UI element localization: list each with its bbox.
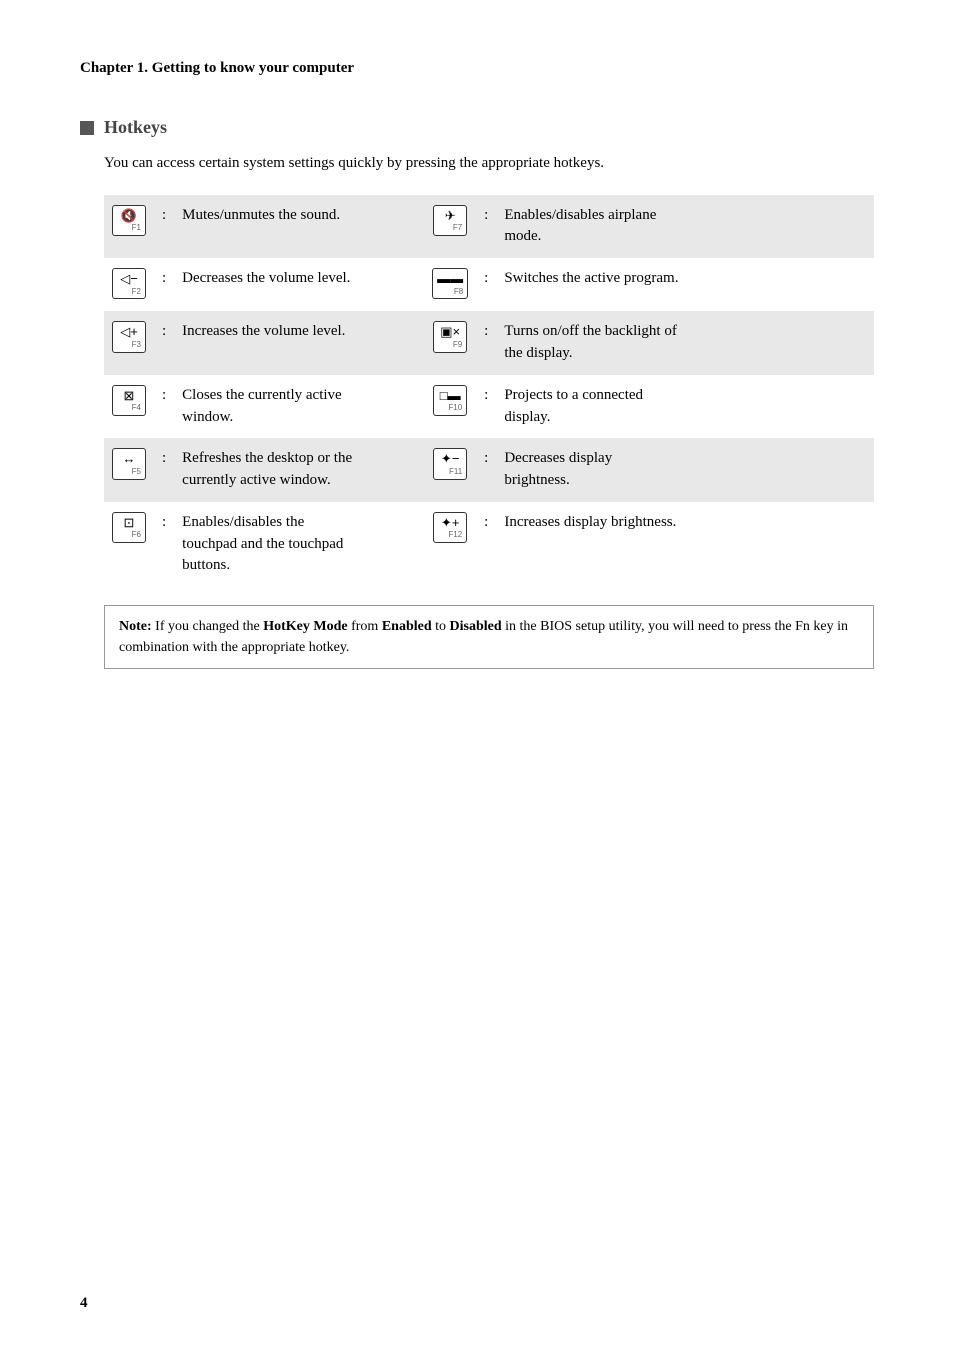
table-row: ↔F5:Refreshes the desktop or the current… <box>104 438 874 502</box>
hotkey-icon-left-0: 🔇F1 <box>104 195 154 259</box>
table-row: ◁−F2:Decreases the volume level.▬▬F8:Swi… <box>104 258 874 311</box>
colon-left-0: : <box>154 195 174 259</box>
colon-left-5: : <box>154 502 174 587</box>
hotkey-icon-right-1: ▬▬F8 <box>424 258 476 311</box>
colon-right-2: : <box>476 311 496 375</box>
page-number: 4 <box>80 1295 88 1312</box>
spacer-5 <box>394 502 424 587</box>
hotkeys-table: 🔇F1:Mutes/unmutes the sound.✈F7:Enables/… <box>104 195 874 588</box>
hotkey-icon-left-2: ◁+F3 <box>104 311 154 375</box>
note-label: Note: <box>119 619 152 634</box>
hotkey-desc-left-4: Refreshes the desktop or the currently a… <box>174 438 394 502</box>
colon-right-0: : <box>476 195 496 259</box>
section-icon <box>80 121 94 135</box>
note-box: Note: If you changed the HotKey Mode fro… <box>104 605 874 669</box>
colon-left-3: : <box>154 375 174 439</box>
section-title: Hotkeys <box>104 117 167 138</box>
hotkey-desc-right-4: Decreases display brightness. <box>496 438 874 502</box>
spacer-0 <box>394 195 424 259</box>
colon-right-3: : <box>476 375 496 439</box>
colon-left-2: : <box>154 311 174 375</box>
hotkey-desc-right-1: Switches the active program. <box>496 258 874 311</box>
spacer-3 <box>394 375 424 439</box>
hotkey-icon-left-3: ⊠F4 <box>104 375 154 439</box>
colon-right-4: : <box>476 438 496 502</box>
hotkey-icon-right-5: ✦+F12 <box>424 502 476 587</box>
intro-text: You can access certain system settings q… <box>104 152 874 175</box>
table-row: 🔇F1:Mutes/unmutes the sound.✈F7:Enables/… <box>104 195 874 259</box>
hotkey-desc-right-5: Increases display brightness. <box>496 502 874 587</box>
hotkey-desc-right-0: Enables/disables airplane mode. <box>496 195 874 259</box>
hotkey-desc-left-3: Closes the currently active window. <box>174 375 394 439</box>
spacer-4 <box>394 438 424 502</box>
table-row: ⊠F4:Closes the currently active window.□… <box>104 375 874 439</box>
chapter-title: Chapter 1. Getting to know your computer <box>80 60 874 77</box>
hotkey-desc-left-0: Mutes/unmutes the sound. <box>174 195 394 259</box>
hotkey-desc-right-2: Turns on/off the backlight of the displa… <box>496 311 874 375</box>
hotkey-icon-left-1: ◁−F2 <box>104 258 154 311</box>
hotkey-icon-left-5: ⊡F6 <box>104 502 154 587</box>
spacer-1 <box>394 258 424 311</box>
hotkey-desc-right-3: Projects to a connected display. <box>496 375 874 439</box>
hotkey-icon-right-3: □▬F10 <box>424 375 476 439</box>
hotkey-icon-right-2: ▣×F9 <box>424 311 476 375</box>
colon-left-4: : <box>154 438 174 502</box>
hotkey-desc-left-1: Decreases the volume level. <box>174 258 394 311</box>
note-text: If you changed the HotKey Mode from Enab… <box>119 619 848 655</box>
hotkey-icon-left-4: ↔F5 <box>104 438 154 502</box>
colon-right-5: : <box>476 502 496 587</box>
table-row: ◁+F3:Increases the volume level.▣×F9:Tur… <box>104 311 874 375</box>
hotkey-icon-right-4: ✦−F11 <box>424 438 476 502</box>
spacer-2 <box>394 311 424 375</box>
hotkey-desc-left-5: Enables/disables the touchpad and the to… <box>174 502 394 587</box>
colon-left-1: : <box>154 258 174 311</box>
colon-right-1: : <box>476 258 496 311</box>
hotkey-desc-left-2: Increases the volume level. <box>174 311 394 375</box>
hotkey-icon-right-0: ✈F7 <box>424 195 476 259</box>
table-row: ⊡F6:Enables/disables the touchpad and th… <box>104 502 874 587</box>
